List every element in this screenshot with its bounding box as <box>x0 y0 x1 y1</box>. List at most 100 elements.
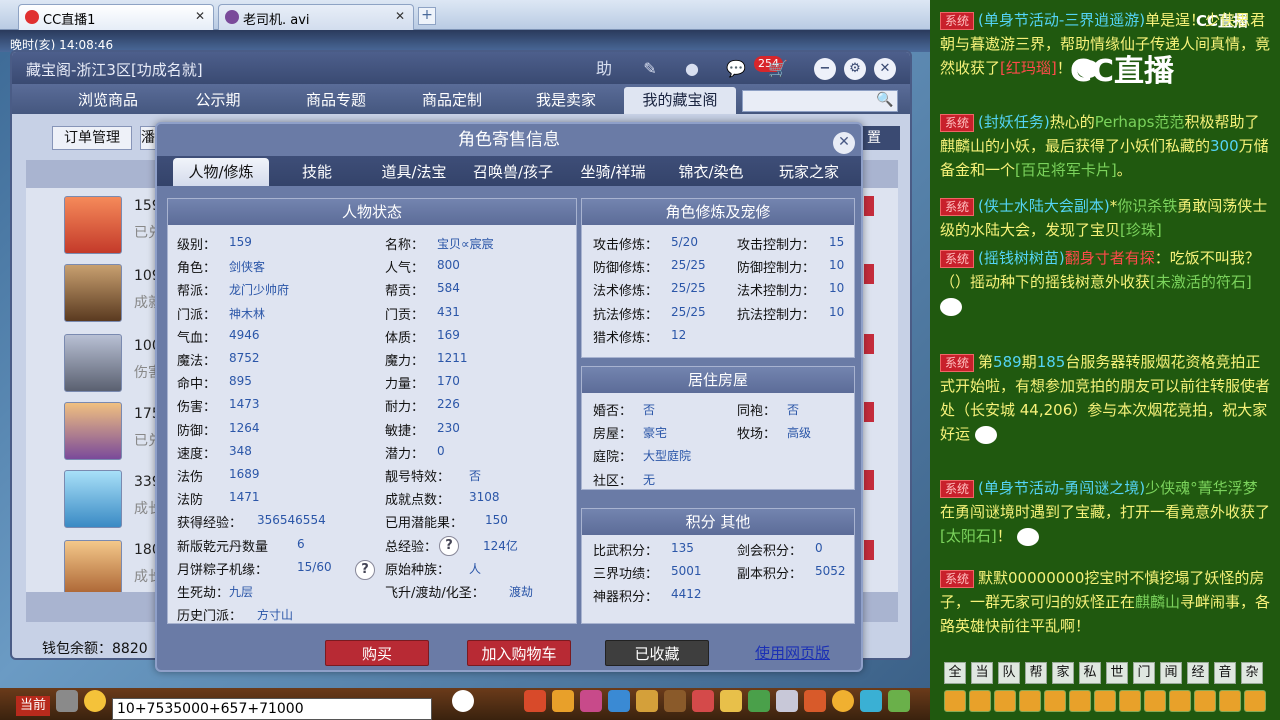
shop-search-input[interactable] <box>742 90 898 112</box>
chat-channel-button[interactable]: 队 <box>998 662 1020 684</box>
shop-title-bar: 藏宝阁-浙江3区[功成名就] 助 ✎ ● 💬 254 🛒 − ⚙ ✕ <box>12 52 910 84</box>
chat-icon[interactable]: 💬 <box>724 58 748 80</box>
msg-place: 麒麟山 <box>1135 593 1181 611</box>
menu-icon[interactable] <box>1244 690 1266 712</box>
role-sale-dialog: 角色寄售信息 ✕ 人物/修炼 技能 道具/法宝 召唤兽/孩子 坐骑/祥瑞 锦衣/… <box>155 122 863 672</box>
lock-icon[interactable] <box>1119 690 1141 712</box>
stat-value: 高级 <box>787 426 812 441</box>
game-shortcut-icon[interactable] <box>776 690 798 712</box>
add-to-cart-button[interactable]: 加入购物车 <box>467 640 571 666</box>
stat-label: 法防 <box>177 493 204 509</box>
microphone-icon[interactable] <box>56 690 78 712</box>
tab-outfits[interactable]: 锦衣/染色 <box>663 158 759 186</box>
arrow-up-icon[interactable] <box>969 690 991 712</box>
game-shortcut-icon[interactable] <box>524 690 546 712</box>
game-shortcut-icon[interactable] <box>748 690 770 712</box>
item-thumb-avatar[interactable] <box>64 402 122 460</box>
tab-my-shop[interactable]: 我的藏宝阁 <box>624 87 736 114</box>
item-thumb-weapon[interactable] <box>64 334 122 392</box>
use-web-version-link[interactable]: 使用网页版 <box>755 642 830 663</box>
tab-browse[interactable]: 浏览商品 <box>52 87 164 114</box>
game-shortcut-icon[interactable] <box>636 690 658 712</box>
close-tab-icon[interactable]: ✕ <box>193 9 207 23</box>
chat-channel-button[interactable]: 世 <box>1106 662 1128 684</box>
info-question-icon[interactable]: ? <box>355 560 375 580</box>
dialog-close-button[interactable]: ✕ <box>833 132 855 154</box>
chat-channel-button[interactable]: 音 <box>1214 662 1236 684</box>
mascot-icon <box>452 690 474 712</box>
order-manage-button[interactable]: 订单管理 <box>52 126 132 150</box>
close-tab-icon[interactable]: ✕ <box>393 9 407 23</box>
emoji-icon[interactable] <box>84 690 106 712</box>
arrow-down-icon[interactable] <box>994 690 1016 712</box>
new-tab-button[interactable]: + <box>418 7 436 25</box>
edit-icon[interactable] <box>1219 690 1241 712</box>
browser-tab-cc[interactable]: CC直播1 ✕ <box>18 4 214 30</box>
stat-label: 名称： <box>385 238 425 253</box>
game-shortcut-icon[interactable] <box>580 690 602 712</box>
msg-text: ！ <box>1056 59 1072 77</box>
pen-icon[interactable]: ✎ <box>638 58 662 80</box>
current-channel-button[interactable]: 当前 <box>16 696 50 716</box>
tab-character[interactable]: 人物/修炼 <box>173 158 269 186</box>
red-marker <box>864 470 874 490</box>
chat-channel-button[interactable]: 全 <box>944 662 966 684</box>
close-window-button[interactable]: ✕ <box>874 58 896 80</box>
game-shortcut-icon[interactable] <box>804 690 826 712</box>
chat-channel-button[interactable]: 帮 <box>1025 662 1047 684</box>
tab-mounts[interactable]: 坐骑/祥瑞 <box>565 158 661 186</box>
item-thumb-avatar[interactable] <box>64 470 122 528</box>
folder-icon[interactable] <box>1169 690 1191 712</box>
game-shortcut-icon[interactable] <box>832 690 854 712</box>
chat-channel-button[interactable]: 闻 <box>1160 662 1182 684</box>
stat-label: 三界功绩： <box>593 567 659 583</box>
settings-gear-icon[interactable]: ⚙ <box>844 58 866 80</box>
tab-custom[interactable]: 商品定制 <box>396 87 508 114</box>
browser-tab-video[interactable]: 老司机. avi ✕ <box>218 4 414 30</box>
chat-channel-button[interactable]: 当 <box>971 662 993 684</box>
arrow-left-icon[interactable] <box>944 690 966 712</box>
game-shortcut-icon[interactable] <box>552 690 574 712</box>
user-icon[interactable] <box>1044 690 1066 712</box>
msg-event: (封妖任务) <box>978 113 1050 131</box>
tab-notice[interactable]: 公示期 <box>168 87 268 114</box>
chat-channel-button[interactable]: 家 <box>1052 662 1074 684</box>
tab-pets[interactable]: 召唤兽/孩子 <box>463 158 563 186</box>
lock-icon[interactable] <box>1094 690 1116 712</box>
chat-channel-button[interactable]: 经 <box>1187 662 1209 684</box>
info-question-icon[interactable]: ? <box>439 536 459 556</box>
tab-seller[interactable]: 我是卖家 <box>510 87 622 114</box>
item-thumb-avatar[interactable] <box>64 196 122 254</box>
book-icon[interactable] <box>1019 690 1041 712</box>
chat-channel-button[interactable]: 门 <box>1133 662 1155 684</box>
chat-message: 系统 (摇钱树树苗)翻身寸者有探：吃饭不叫我？（）摇动种下的摇钱树意外收获[未激活… <box>940 246 1272 318</box>
chat-channel-button[interactable]: 私 <box>1079 662 1101 684</box>
tab-topics[interactable]: 商品专题 <box>280 87 392 114</box>
group-icon[interactable] <box>1069 690 1091 712</box>
chat-message: 系统 第589期185台服务器转服烟花资格竞拍正式开始啦，有想参加竞拍的朋友可以前… <box>940 350 1272 446</box>
stat-label: 比武积分： <box>593 544 659 559</box>
chat-icon[interactable] <box>1194 690 1216 712</box>
stat-value: 15/60 <box>297 559 332 574</box>
minimize-button[interactable]: − <box>814 58 836 80</box>
cart-icon[interactable]: 🛒 <box>766 58 790 80</box>
game-shortcut-icon[interactable] <box>692 690 714 712</box>
tab-items[interactable]: 道具/法宝 <box>367 158 461 186</box>
item-thumb-avatar[interactable] <box>64 540 122 598</box>
game-shortcut-icon[interactable] <box>888 690 910 712</box>
tab-skills[interactable]: 技能 <box>271 158 363 186</box>
game-shortcut-icon[interactable] <box>860 690 882 712</box>
tab-home[interactable]: 玩家之家 <box>761 158 857 186</box>
buy-button[interactable]: 购买 <box>325 640 429 666</box>
collected-button[interactable]: 已收藏 <box>605 640 709 666</box>
chat-channel-button[interactable]: 杂 <box>1241 662 1263 684</box>
item-thumb-avatar[interactable] <box>64 264 122 322</box>
help-button[interactable]: 助 <box>592 58 616 80</box>
record-icon[interactable]: ● <box>680 58 704 80</box>
game-shortcut-icon[interactable] <box>664 690 686 712</box>
search-icon[interactable]: 🔍 <box>876 92 894 110</box>
check-icon[interactable] <box>1144 690 1166 712</box>
game-shortcut-icon[interactable] <box>608 690 630 712</box>
chat-input[interactable]: 10+7535000+657+71000 <box>112 698 432 720</box>
game-shortcut-icon[interactable] <box>720 690 742 712</box>
